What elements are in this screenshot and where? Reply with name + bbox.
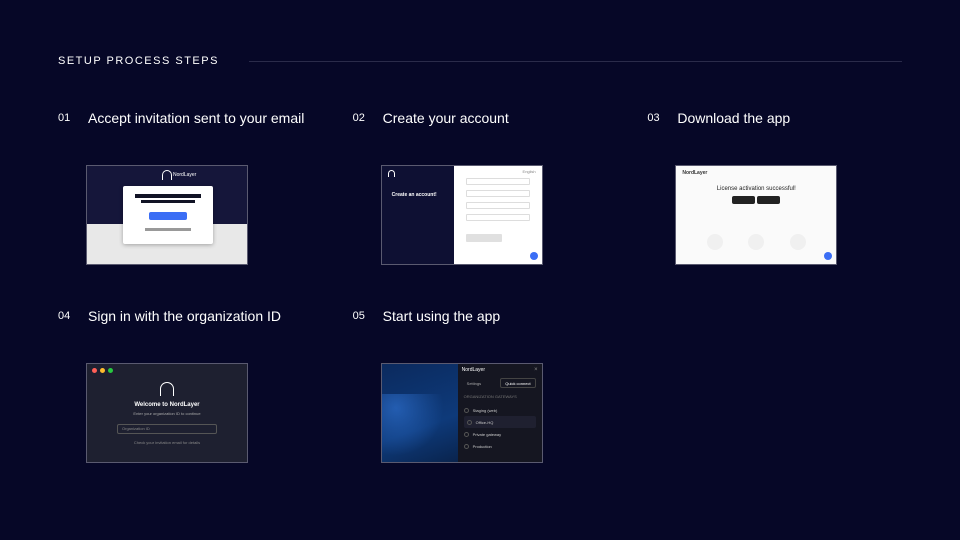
thumb2-language: English — [523, 169, 536, 174]
thumbnail-create-account: Create an account! English — [381, 165, 543, 265]
gateway-label: Staging (web) — [473, 408, 498, 413]
gateway-label: Office-HQ — [476, 420, 494, 425]
thumb3-heading: License activation successful! — [676, 186, 836, 192]
thumb1-text-line — [145, 228, 191, 231]
thumb1-brand: NordLayer — [173, 172, 196, 178]
tab-settings: Settings — [464, 378, 501, 388]
gateway-row: Production — [464, 440, 536, 452]
step-3: 03 Download the app NordLayer License ac… — [647, 109, 902, 265]
nordlayer-logo-icon — [160, 382, 174, 396]
thumb3-platform-icons — [676, 234, 836, 250]
step-title: Download the app — [677, 109, 790, 128]
gateway-label: Private gateway — [473, 432, 501, 437]
close-icon — [92, 368, 97, 373]
thumb3-brand: NordLayer — [682, 170, 707, 176]
step-head: 03 Download the app — [647, 109, 902, 151]
gateway-row: Staging (web) — [464, 404, 536, 416]
nordlayer-logo-icon — [162, 170, 172, 180]
thumb5-app-panel: NordLayer × Settings Quick connect ORGAN… — [458, 364, 542, 462]
thumb2-side-panel — [382, 166, 454, 264]
thumbnail-accept-invitation: NordLayer — [86, 165, 248, 265]
step-head: 05 Start using the app — [353, 307, 608, 349]
thumb4-welcome: Welcome to NordLayer — [87, 402, 247, 408]
thumb5-desktop-wallpaper — [382, 394, 452, 463]
platform-icon — [707, 234, 723, 250]
radio-icon — [464, 444, 469, 449]
thumb2-input — [466, 214, 530, 221]
step-4: 04 Sign in with the organization ID Welc… — [58, 307, 313, 463]
thumb1-cta-button — [149, 212, 187, 220]
step-head: 01 Accept invitation sent to your email — [58, 109, 313, 151]
gateway-row: Private gateway — [464, 428, 536, 440]
section-rule — [249, 61, 902, 62]
step-number: 03 — [647, 109, 665, 124]
thumb4-placeholder: Organization ID — [122, 426, 150, 431]
thumbnail-download-app: NordLayer License activation successful! — [675, 165, 837, 265]
thumb1-modal — [123, 186, 213, 244]
platform-icon — [790, 234, 806, 250]
thumb2-submit-button — [466, 234, 502, 242]
app-store-badge-icon — [732, 196, 755, 204]
gateway-row-selected: Office-HQ — [464, 416, 536, 428]
step-number: 05 — [353, 307, 371, 322]
thumb3-help-icon — [824, 252, 832, 260]
thumb2-input — [466, 178, 530, 185]
thumb5-tabs: Settings Quick connect — [464, 378, 536, 388]
thumb4-subtitle: Enter your organization ID to continue — [87, 411, 247, 416]
close-icon: × — [534, 367, 538, 373]
step-title: Accept invitation sent to your email — [88, 109, 304, 128]
thumb5-section-label: ORGANIZATION GATEWAYS — [464, 394, 536, 399]
window-traffic-lights — [92, 368, 113, 373]
thumb4-helper: Check your invitation email for details — [87, 440, 247, 445]
nordlayer-logo-icon — [388, 170, 395, 177]
step-5: 05 Start using the app NordLayer × Setti… — [353, 307, 608, 463]
thumb5-brand: NordLayer — [462, 367, 485, 373]
platform-icon — [748, 234, 764, 250]
radio-icon — [464, 408, 469, 413]
tab-quick-connect: Quick connect — [500, 378, 536, 388]
thumb2-input — [466, 202, 530, 209]
step-title: Create your account — [383, 109, 509, 128]
step-title: Start using the app — [383, 307, 501, 326]
step-head: 02 Create your account — [353, 109, 608, 151]
step-number: 02 — [353, 109, 371, 124]
step-1: 01 Accept invitation sent to your email … — [58, 109, 313, 265]
step-head: 04 Sign in with the organization ID — [58, 307, 313, 349]
step-number: 01 — [58, 109, 76, 124]
thumb3-store-badges — [732, 196, 780, 204]
step-title: Sign in with the organization ID — [88, 307, 281, 326]
thumbnail-sign-in: Welcome to NordLayer Enter your organiza… — [86, 363, 248, 463]
radio-icon — [467, 420, 472, 425]
maximize-icon — [108, 368, 113, 373]
section-title: SETUP PROCESS STEPS — [58, 55, 219, 67]
thumb1-text-line — [141, 200, 195, 203]
thumbnail-start-using: NordLayer × Settings Quick connect ORGAN… — [381, 363, 543, 463]
thumb1-text-line — [135, 194, 201, 198]
step-2: 02 Create your account Create an account… — [353, 109, 608, 265]
radio-icon — [464, 432, 469, 437]
play-store-badge-icon — [757, 196, 780, 204]
thumb2-help-icon — [530, 252, 538, 260]
thumb2-heading: Create an account! — [392, 192, 437, 198]
thumb2-input — [466, 190, 530, 197]
section-header: SETUP PROCESS STEPS — [58, 55, 902, 67]
minimize-icon — [100, 368, 105, 373]
step-number: 04 — [58, 307, 76, 322]
gateway-label: Production — [473, 444, 492, 449]
steps-grid: 01 Accept invitation sent to your email … — [58, 109, 902, 463]
